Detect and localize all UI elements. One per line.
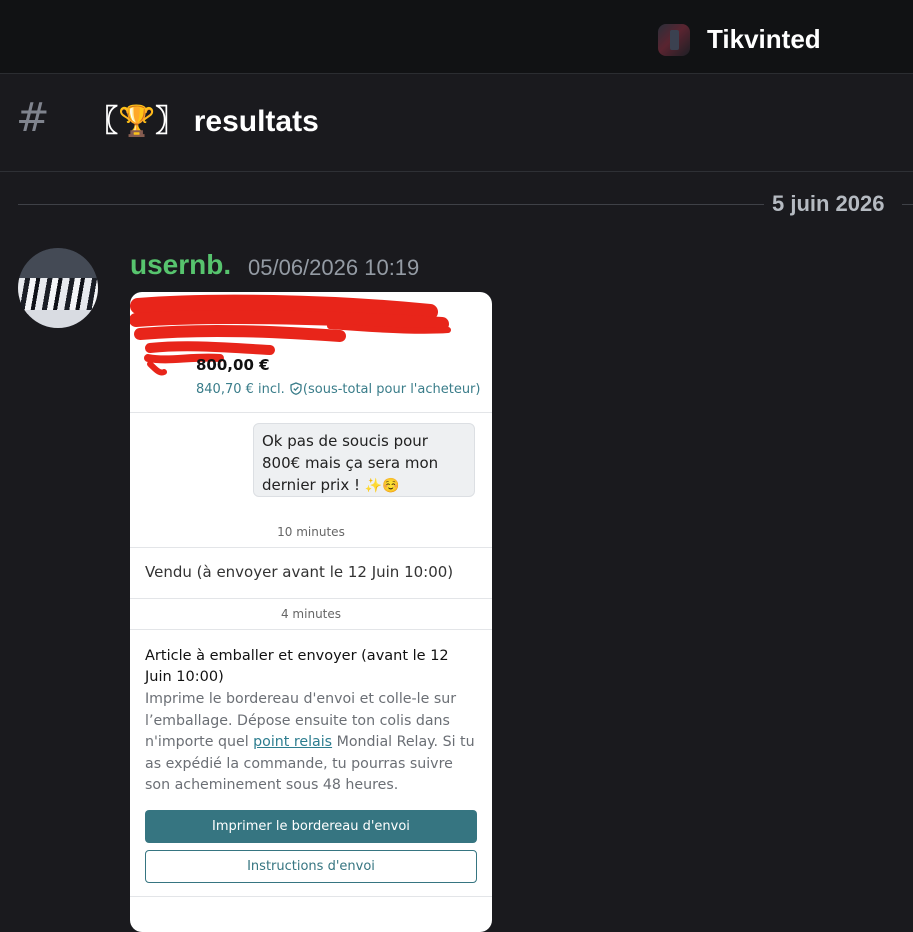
server-avatar[interactable] xyxy=(658,24,690,56)
avatar-foreground xyxy=(18,310,98,328)
message-timestamp: 05/06/2026 10:19 xyxy=(248,255,420,280)
avatar-landscape xyxy=(18,278,98,314)
shipping-heading: Article à emballer et envoyer (avant le … xyxy=(145,648,449,685)
date-divider: 5 juin 2026 xyxy=(772,191,885,216)
sparkle-smile-icon: ✨☺️ xyxy=(364,478,400,494)
username[interactable]: usernb. xyxy=(130,249,231,281)
shipping-instructions: Imprime le bordereau d'envoi et colle-le… xyxy=(145,689,479,797)
channel-title: 〖🏆〗 resultats xyxy=(88,104,319,140)
server-name[interactable]: Tikvinted xyxy=(707,24,821,55)
elapsed-time-label: 10 minutes xyxy=(277,525,345,539)
separator xyxy=(130,896,492,897)
separator xyxy=(130,598,492,599)
avatar-sky xyxy=(18,248,98,280)
buyer-subtotal-note: (sous-total pour l'acheteur) xyxy=(302,382,481,397)
chat-bubble-text: Ok pas de soucis pour 800€ mais ça sera … xyxy=(262,432,439,494)
print-label-button[interactable]: Imprimer le bordereau d'envoi xyxy=(145,810,477,843)
order-status: Vendu (à envoyer avant le 12 Juin 10:00) xyxy=(145,563,454,581)
red-redaction-scribble xyxy=(130,294,451,376)
elapsed-time-label: 4 minutes xyxy=(280,607,342,621)
separator xyxy=(130,547,492,548)
date-divider-line-right xyxy=(902,204,913,205)
trophy-icon: 🏆 xyxy=(118,105,156,138)
channel-name: resultats xyxy=(193,105,319,138)
buyer-subtotal-amount: 840,70 € incl. xyxy=(196,382,285,397)
buyer-subtotal: 840,70 € incl. (sous-total pour l'achete… xyxy=(196,382,480,397)
shield-icon xyxy=(290,382,302,395)
avatar[interactable] xyxy=(18,248,98,328)
date-divider-line xyxy=(18,204,764,205)
separator xyxy=(130,412,492,413)
chat-bubble: Ok pas de soucis pour 800€ mais ça sera … xyxy=(253,423,475,497)
channel-bracket-left: 〖 xyxy=(88,105,118,138)
item-price: 800,00 € xyxy=(196,356,270,374)
shipping-instructions-button[interactable]: Instructions d'envoi xyxy=(145,850,477,883)
separator xyxy=(130,629,492,630)
hash-icon: # xyxy=(16,95,50,141)
relay-point-link[interactable]: point relais xyxy=(253,734,332,750)
channel-bracket-right: 〗 xyxy=(155,105,186,138)
image-attachment[interactable]: 800,00 € 840,70 € incl. (sous-total pour… xyxy=(130,292,492,932)
